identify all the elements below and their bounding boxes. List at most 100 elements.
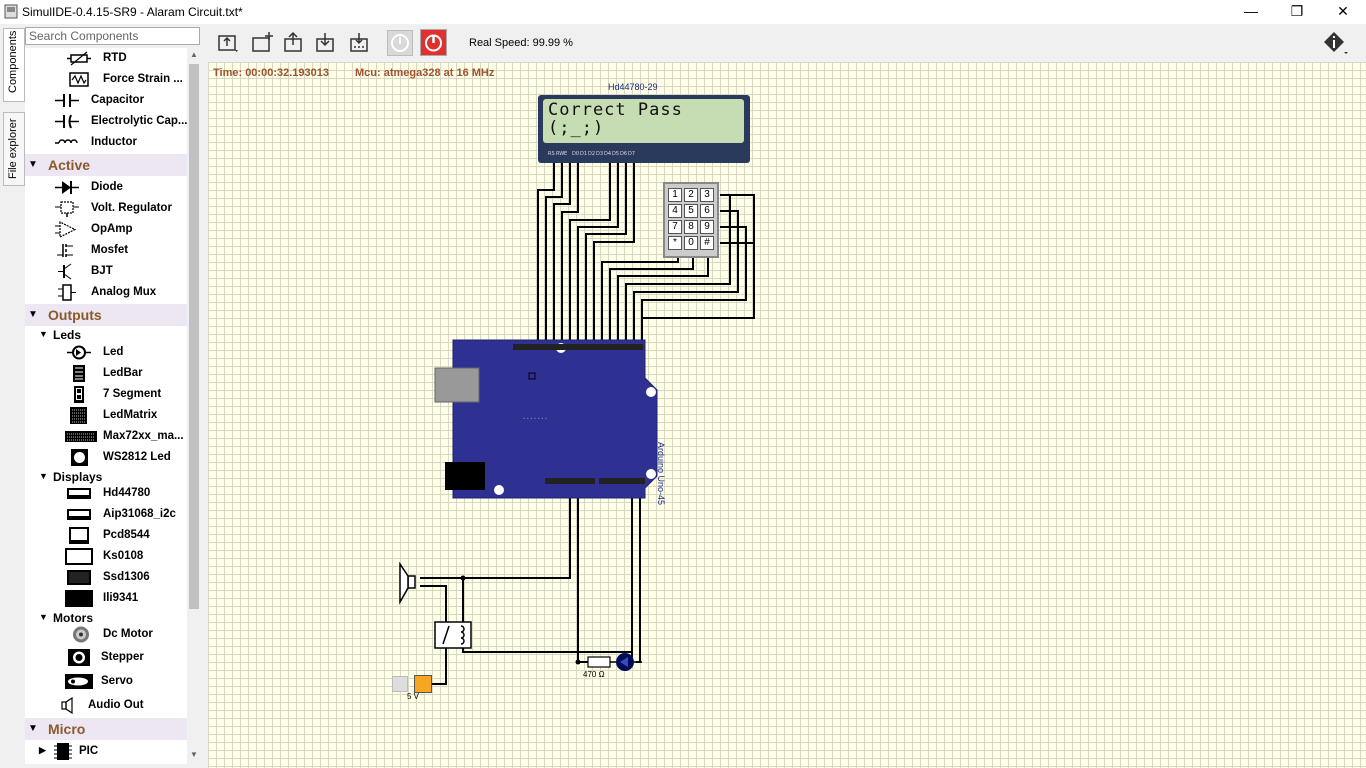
keypad-key[interactable]: 9 [700, 220, 714, 234]
tree-item-aip31068[interactable]: Aip31068_i2c [25, 504, 187, 525]
tree-item-diode[interactable]: Diode [25, 177, 187, 198]
close-button[interactable]: ✕ [1320, 0, 1366, 24]
keypad-key[interactable]: 3 [700, 188, 714, 202]
tree-item-label: Servo [101, 675, 133, 687]
resistor-label: 470 Ω [583, 670, 605, 679]
ssd1306-icon [67, 570, 91, 585]
keypad-key[interactable]: 5 [684, 204, 698, 218]
tree-item-hd44780[interactable]: Hd44780 [25, 483, 187, 504]
power-stop-button[interactable] [420, 29, 447, 56]
electrolytic-cap-icon [55, 114, 79, 129]
tree-item-volt-regulator[interactable]: Volt. Regulator [25, 198, 187, 219]
tree-item-ledbar[interactable]: LedBar [25, 363, 187, 384]
scroll-down-icon[interactable]: ▼ [189, 750, 199, 762]
svg-text:D3: D3 [596, 151, 603, 157]
search-input[interactable]: Search Components [25, 27, 200, 45]
tree-item-label: Led [103, 346, 124, 358]
tree-item-ledmatrix[interactable]: LedMatrix [25, 405, 187, 426]
tree-item-label: Electrolytic Cap... [91, 115, 187, 127]
scroll-thumb[interactable] [189, 64, 199, 609]
tree-item-ssd1306[interactable]: Ssd1306 [25, 567, 187, 588]
tree-item-pic[interactable]: ▶ PIC [25, 741, 187, 762]
open-menu-icon[interactable] [215, 30, 241, 56]
tree-item-electrolytic-cap[interactable]: Electrolytic Cap... [25, 111, 187, 132]
keypad-key[interactable]: 8 [684, 220, 698, 234]
maximize-button[interactable]: ❐ [1274, 0, 1320, 24]
tree-scrollbar[interactable]: ▲ ▼ [187, 48, 201, 764]
circuit-canvas[interactable]: Time: 00:00:32.193013 Mcu: atmega328 at … [208, 62, 1366, 768]
subcategory-label: Leds [53, 328, 82, 342]
lcd-display[interactable]: Correct Pass (;_;) RS RW E D0 D1 D2 D3 D4 D5 D6 D7 [538, 95, 750, 163]
tree-item-inductor[interactable]: Inductor [25, 132, 187, 153]
supply-toggle[interactable] [414, 675, 432, 693]
tree-item-pcd8544[interactable]: Pcd8544 [25, 525, 187, 546]
tree-item-audio-out[interactable]: Audio Out [25, 695, 187, 716]
keypad-key[interactable]: 1 [668, 188, 682, 202]
tree-item-dc-motor[interactable]: Dc Motor [25, 624, 187, 645]
ledbar-icon [73, 365, 85, 382]
tree-item-label: WS2812 Led [103, 451, 171, 463]
new-circuit-icon[interactable] [249, 30, 275, 56]
dc-motor-icon [73, 626, 89, 643]
tree-item-opamp[interactable]: OpAmp [25, 219, 187, 240]
tree-item-capacitor[interactable]: Capacitor [25, 90, 187, 111]
inductor-icon [55, 139, 78, 144]
keypad-key[interactable]: 0 [684, 236, 698, 250]
tree-item-label: Analog Mux [91, 286, 157, 298]
open-circuit-icon[interactable] [281, 30, 307, 56]
keypad-key[interactable]: * [668, 236, 682, 250]
svg-text:RS: RS [548, 151, 555, 157]
tree-item-ili9341[interactable]: Ili9341 [25, 588, 187, 609]
lcd-screen: Correct Pass (;_;) [543, 99, 744, 143]
subcategory-label: Motors [53, 611, 93, 625]
tree-item-label: RTD [103, 52, 127, 64]
scroll-up-icon[interactable]: ▲ [189, 50, 199, 62]
tree-item-mosfet[interactable]: Mosfet [25, 240, 187, 261]
app-icon [4, 4, 18, 19]
tree-item-rtd[interactable]: RTD [25, 48, 187, 69]
tree-item-stepper[interactable]: Stepper [25, 647, 187, 668]
info-icon[interactable] [1323, 31, 1349, 57]
tree-item-max72xx[interactable]: Max72xx_ma... [25, 426, 187, 447]
tree-item-label: Audio Out [88, 699, 144, 711]
expand-arrow-icon: ▼ [28, 159, 38, 170]
buzzer-speaker-icon[interactable] [398, 562, 424, 606]
keypad-key[interactable]: 7 [668, 220, 682, 234]
tab-file-explorer[interactable]: File explorer [3, 112, 25, 186]
keypad-key[interactable]: 4 [668, 204, 682, 218]
tree-item-ws2812[interactable]: WS2812 Led [25, 447, 187, 468]
tree-item-label: Volt. Regulator [91, 202, 172, 214]
tab-components[interactable]: Components [3, 28, 25, 102]
hd44780-icon [67, 488, 91, 499]
tree-item-label: PIC [79, 745, 99, 757]
relay-switch[interactable] [433, 620, 473, 650]
keypad-key[interactable]: 6 [700, 204, 714, 218]
save-as-icon[interactable] [347, 30, 373, 56]
keypad-key[interactable]: # [700, 236, 714, 250]
pcd8544-icon [69, 527, 89, 544]
keypad-key[interactable]: 2 [684, 188, 698, 202]
save-circuit-icon[interactable] [313, 30, 339, 56]
tree-item-label: Hd44780 [103, 487, 151, 499]
tab-components-label: Components [7, 30, 19, 93]
tree-item-servo[interactable]: Servo [25, 671, 187, 692]
ws2812-icon [71, 449, 88, 466]
servo-icon [65, 674, 93, 689]
pause-button[interactable] [387, 30, 413, 56]
collapse-arrow-icon: ▶ [39, 745, 46, 755]
tree-item-force-strain[interactable]: Force Strain ... [25, 69, 187, 90]
svg-text:D7: D7 [628, 151, 635, 157]
tree-item-7-segment[interactable]: 7 Segment [25, 384, 187, 405]
tree-item-label: Dc Motor [103, 628, 153, 640]
tree-item-ks0108[interactable]: Ks0108 [25, 546, 187, 567]
category-active[interactable]: ▼ Active [25, 154, 187, 176]
category-outputs[interactable]: ▼ Outputs [25, 304, 187, 326]
volt-regulator-icon [55, 201, 79, 217]
tree-item-analog-mux[interactable]: Analog Mux [25, 282, 187, 303]
tree-item-led[interactable]: Led [25, 342, 187, 363]
category-micro[interactable]: ▼ Micro [25, 718, 187, 740]
tree-item-bjt[interactable]: BJT [25, 261, 187, 282]
arduino-uno-board[interactable]: • • • • • • • [433, 338, 663, 502]
minimize-button[interactable]: — [1228, 0, 1274, 24]
tree-item-label: Capacitor [91, 94, 145, 106]
